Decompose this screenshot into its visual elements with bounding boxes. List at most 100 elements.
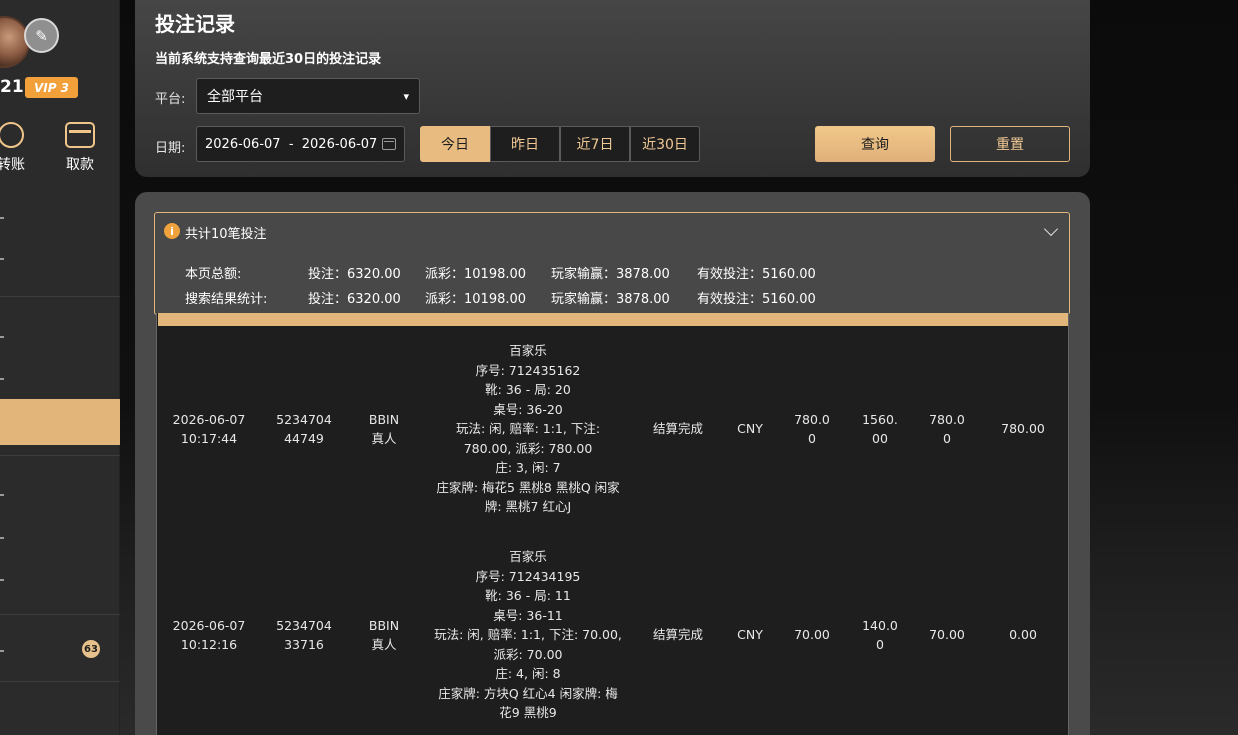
info-icon: i bbox=[164, 223, 180, 239]
transfer-icon bbox=[0, 122, 24, 148]
page-total-bet: 投注：6320.00 bbox=[308, 267, 401, 282]
detail-line: 庄: 4, 闲: 8 bbox=[495, 666, 561, 682]
platform-name: BBIN bbox=[368, 617, 400, 633]
bet-date: 2026-06-07 bbox=[172, 411, 246, 427]
username: 21 bbox=[0, 77, 24, 97]
menu-item-4[interactable] bbox=[0, 378, 4, 380]
bet-details-cell: 百家乐 序号: 712435162 靴: 36 - 局: 20 桌号: 36-2… bbox=[428, 341, 628, 517]
card-icon bbox=[65, 122, 95, 148]
divider bbox=[0, 296, 120, 297]
date-range-value: 2026-06-07 - 2026-06-07 bbox=[205, 136, 378, 152]
detail-line: 靴: 36 - 局: 11 bbox=[485, 588, 571, 604]
menu-item-messages[interactable] bbox=[0, 650, 4, 652]
detail-line: 百家乐 bbox=[509, 549, 547, 565]
edit-profile-button[interactable]: ✎ bbox=[24, 18, 59, 53]
date-range-input[interactable]: 2026-06-07 - 2026-06-07 bbox=[196, 126, 405, 162]
menu-item-6[interactable] bbox=[0, 537, 4, 539]
menu-item-2[interactable] bbox=[0, 258, 4, 260]
amount-part: 780.0 bbox=[794, 411, 830, 427]
bet-time: 10:17:44 bbox=[180, 431, 238, 446]
platform-value: 全部平台 bbox=[207, 89, 263, 105]
detail-line: 780.00, 派彩: 780.00 bbox=[463, 440, 593, 456]
payout-cell: 1560. 00 bbox=[856, 409, 904, 449]
edit-icon: ✎ bbox=[35, 26, 48, 45]
search-total-label: 搜索结果统计: bbox=[185, 292, 268, 307]
vip-badge: VIP 3 bbox=[25, 77, 78, 98]
order-number-cell: 5234704 44749 bbox=[264, 400, 344, 458]
range-yesterday-button[interactable]: 昨日 bbox=[490, 126, 560, 162]
menu-item-5[interactable] bbox=[0, 494, 4, 496]
search-total-valid-bet: 有效投注：5160.00 bbox=[697, 292, 816, 307]
reset-button[interactable]: 重置 bbox=[950, 126, 1070, 162]
bet-amount-cell: 70.00 bbox=[794, 627, 830, 643]
detail-line: 牌: 黑桃7 红心J bbox=[484, 499, 572, 515]
bet-date: 2026-06-07 bbox=[172, 617, 246, 633]
amount-part: 0 bbox=[876, 637, 884, 652]
calendar-icon bbox=[382, 138, 396, 150]
detail-line: 序号: 712435162 bbox=[475, 362, 581, 378]
platform-name: BBIN bbox=[368, 411, 400, 427]
bet-time-cell: 2026-06-07 10:12:16 bbox=[160, 606, 258, 664]
search-total-winloss: 玩家输赢：3878.00 bbox=[551, 292, 670, 307]
bet-details-cell: 百家乐 序号: 712434195 靴: 36 - 局: 11 桌号: 36-1… bbox=[428, 547, 628, 723]
platform-label: 平台: bbox=[155, 92, 186, 107]
valid-bet-cell: 70.00 bbox=[929, 627, 965, 643]
detail-line: 玩法: 闲, 赔率: 1:1, 下注: 70.00, bbox=[434, 627, 622, 643]
order-number-cell: 5234704 33716 bbox=[264, 606, 344, 664]
payout-cell: 140.0 0 bbox=[856, 615, 904, 655]
range-today-button[interactable]: 今日 bbox=[420, 126, 490, 162]
page-title: 投注记录 bbox=[155, 12, 235, 36]
sidebar: ✎ 21 VIP 3 转账 取款 63 bbox=[0, 0, 120, 735]
platform-cell: BBIN 真人 bbox=[350, 606, 418, 664]
search-total-payout: 派彩：10198.00 bbox=[425, 292, 527, 307]
amount-part: 780.0 bbox=[929, 411, 965, 427]
detail-line: 花9 黑桃9 bbox=[499, 705, 557, 721]
valid-bet-cell: 780.0 0 bbox=[923, 409, 971, 449]
order-number-part: 33716 bbox=[284, 637, 324, 652]
winloss-cell: 0.00 bbox=[1009, 627, 1037, 643]
detail-line: 桌号: 36-11 bbox=[493, 607, 563, 623]
detail-line: 庄: 3, 闲: 7 bbox=[495, 460, 561, 476]
detail-line: 派彩: 70.00 bbox=[493, 646, 563, 662]
currency-cell: CNY bbox=[737, 421, 763, 437]
page-total-payout: 派彩：10198.00 bbox=[425, 267, 527, 282]
currency-cell: CNY bbox=[737, 627, 763, 643]
date-label: 日期: bbox=[155, 141, 186, 156]
amount-part: 00 bbox=[872, 431, 888, 446]
divider bbox=[0, 681, 120, 682]
divider bbox=[0, 614, 120, 615]
query-button[interactable]: 查询 bbox=[815, 126, 935, 162]
detail-line: 序号: 712434195 bbox=[475, 568, 581, 584]
bet-time: 10:12:16 bbox=[180, 637, 238, 652]
detail-line: 百家乐 bbox=[509, 343, 547, 359]
range-30days-button[interactable]: 近30日 bbox=[630, 126, 700, 162]
withdraw-button[interactable]: 取款 bbox=[58, 122, 102, 174]
amount-part: 0 bbox=[943, 431, 951, 446]
transfer-button[interactable]: 转账 bbox=[0, 122, 36, 174]
bet-amount-cell: 780.0 0 bbox=[788, 409, 836, 449]
transfer-label: 转账 bbox=[0, 157, 25, 173]
menu-item-7[interactable] bbox=[0, 579, 4, 581]
detail-line: 庄家牌: 方块Q 红心4 闲家牌: 梅 bbox=[438, 685, 618, 701]
detail-line: 靴: 36 - 局: 20 bbox=[485, 382, 571, 398]
menu-item-1[interactable] bbox=[0, 217, 4, 219]
platform-cell: BBIN 真人 bbox=[350, 400, 418, 458]
amount-part: 0 bbox=[808, 431, 816, 446]
notification-badge: 63 bbox=[82, 640, 100, 658]
table-header bbox=[158, 313, 1068, 326]
status-cell: 结算完成 bbox=[652, 421, 703, 437]
amount-part: 1560. bbox=[862, 411, 898, 427]
game-category: 真人 bbox=[371, 431, 397, 446]
range-7days-button[interactable]: 近7日 bbox=[560, 126, 630, 162]
status-cell: 结算完成 bbox=[652, 627, 703, 643]
platform-select[interactable]: 全部平台 ▾ bbox=[196, 78, 420, 114]
detail-line: 玩法: 闲, 赔率: 1:1, 下注: bbox=[455, 421, 601, 437]
menu-item-3[interactable] bbox=[0, 336, 4, 338]
page-subtitle: 当前系统支持查询最近30日的投注记录 bbox=[155, 52, 382, 67]
game-category: 真人 bbox=[371, 637, 397, 652]
page-total-valid-bet: 有效投注：5160.00 bbox=[697, 267, 816, 282]
page-total-winloss: 玩家输赢：3878.00 bbox=[551, 267, 670, 282]
search-total-bet: 投注：6320.00 bbox=[308, 292, 401, 307]
menu-item-bet-records-active[interactable] bbox=[0, 399, 120, 445]
withdraw-label: 取款 bbox=[66, 157, 94, 173]
